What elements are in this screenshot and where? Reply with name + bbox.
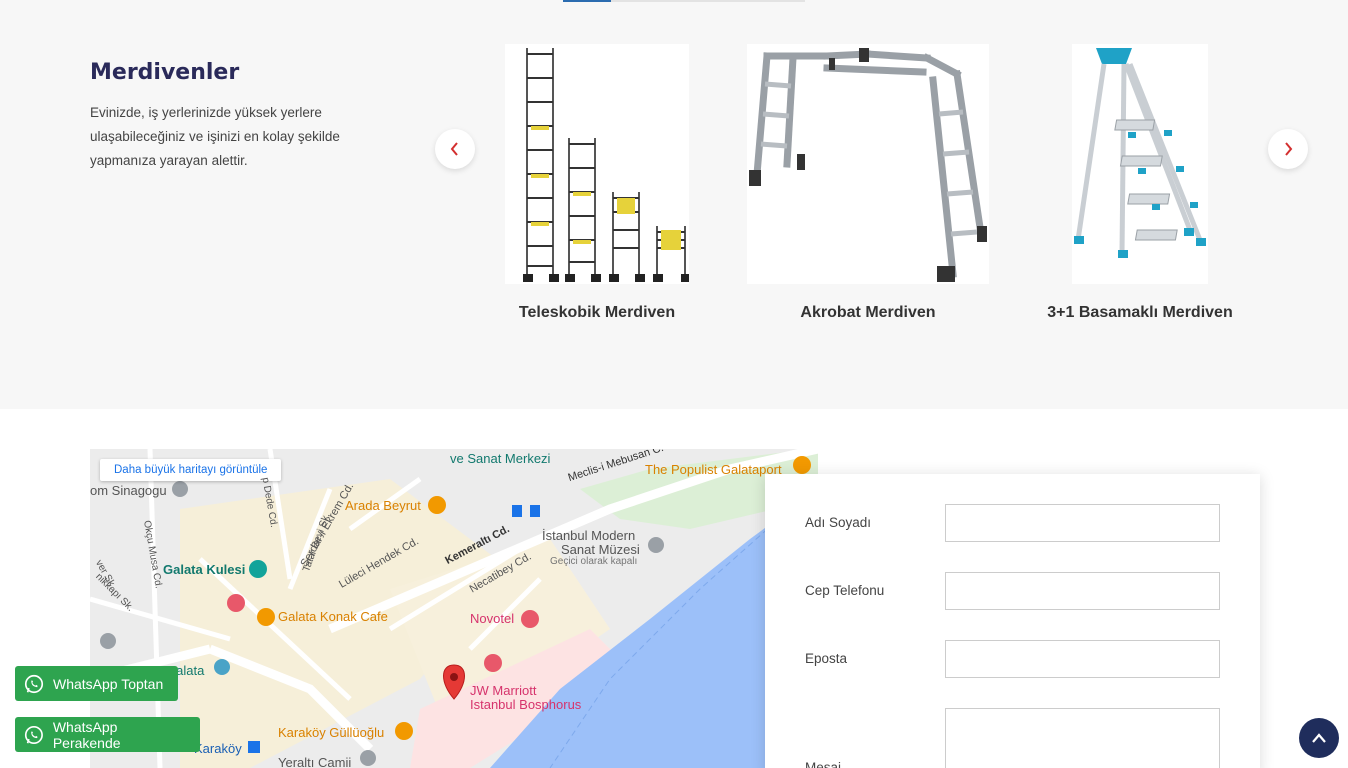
- ladders-section: Merdivenler Evinizde, iş yerlerinizde yü…: [0, 0, 1348, 409]
- product-name[interactable]: 3+1 Basamaklı Merdiven: [1040, 304, 1240, 322]
- name-input[interactable]: [945, 504, 1220, 542]
- whatsapp-retail-button[interactable]: WhatsApp Perakende: [15, 717, 200, 752]
- whatsapp-wholesale-label: WhatsApp Toptan: [53, 675, 164, 692]
- email-label: Eposta: [805, 651, 848, 666]
- whatsapp-icon: [24, 674, 44, 693]
- map-label: JW Marriott: [470, 683, 537, 698]
- message-label: Mesaj: [805, 760, 842, 768]
- step-ladder-image: [1074, 48, 1206, 258]
- map-label: The Populist Galataport: [645, 462, 782, 477]
- telescopic-ladder-image: [523, 48, 689, 282]
- product-image[interactable]: [505, 44, 689, 284]
- phone-label: Cep Telefonu: [805, 583, 885, 598]
- contact-section: Daha büyük haritayı görüntüle ve Sanat M…: [0, 409, 1348, 768]
- map-label: Geçici olarak kapalı: [550, 556, 638, 567]
- carousel-indicator: [563, 0, 805, 2]
- whatsapp-icon: [24, 725, 43, 744]
- product-name[interactable]: Teleskobik Merdiven: [497, 304, 697, 322]
- phone-input[interactable]: [945, 572, 1220, 610]
- map-label: Galata Konak Cafe: [278, 609, 388, 624]
- chevron-up-icon: [1312, 733, 1326, 743]
- section-title: Merdivenler: [90, 60, 240, 85]
- map-label: Galata Kulesi: [163, 562, 246, 577]
- carousel-next-button[interactable]: [1268, 129, 1308, 169]
- email-input[interactable]: [945, 640, 1220, 678]
- product-card-teleskobik[interactable]: Teleskobik Merdiven: [497, 44, 697, 322]
- acrobat-ladder-image: [749, 48, 987, 282]
- map-label: Sanat Müzesi: [561, 542, 640, 557]
- whatsapp-retail-label: WhatsApp Perakende: [52, 718, 121, 751]
- map-label: Karaköy Güllüoğlu: [278, 725, 385, 740]
- name-label: Adı Soyadı: [805, 515, 872, 530]
- chevron-left-icon: [450, 142, 458, 156]
- map-label: Novotel: [470, 611, 515, 626]
- map-label: Istanbul Bosphorus: [470, 697, 582, 712]
- whatsapp-wholesale-button[interactable]: WhatsApp Toptan: [15, 666, 178, 701]
- carousel-prev-button[interactable]: [435, 129, 475, 169]
- map-label: Yeraltı Camii: [278, 755, 352, 768]
- message-input[interactable]: [945, 708, 1220, 768]
- larger-map-link[interactable]: Daha büyük haritayı görüntüle: [100, 459, 282, 481]
- scroll-to-top-button[interactable]: [1299, 718, 1339, 758]
- contact-form: Adı Soyadı Cep Telefonu Eposta Mesaj: [765, 474, 1260, 768]
- map-label: om Sinagogu: [90, 483, 167, 498]
- map-label: İstanbul Modern: [542, 528, 636, 543]
- product-image[interactable]: [1072, 44, 1208, 284]
- map-label: Arada Beyrut: [345, 498, 421, 513]
- chevron-right-icon: [1285, 142, 1293, 156]
- form-row-phone: Cep Telefonu: [805, 572, 1220, 610]
- section-description: Evinizde, iş yerlerinizde yüksek yerlere…: [90, 105, 340, 168]
- product-card-basamakli[interactable]: 3+1 Basamaklı Merdiven: [1040, 44, 1240, 322]
- form-row-message: Mesaj: [805, 708, 1220, 768]
- map-label: ve Sanat Merkezi: [450, 451, 551, 466]
- form-row-name: Adı Soyadı: [805, 504, 1220, 542]
- product-name[interactable]: Akrobat Merdiven: [745, 304, 991, 322]
- product-image[interactable]: [747, 44, 989, 284]
- map-label: Karaköy: [194, 741, 242, 756]
- carousel-indicator-active: [563, 0, 611, 2]
- form-row-email: Eposta: [805, 640, 1220, 678]
- product-card-akrobat[interactable]: Akrobat Merdiven: [745, 44, 991, 322]
